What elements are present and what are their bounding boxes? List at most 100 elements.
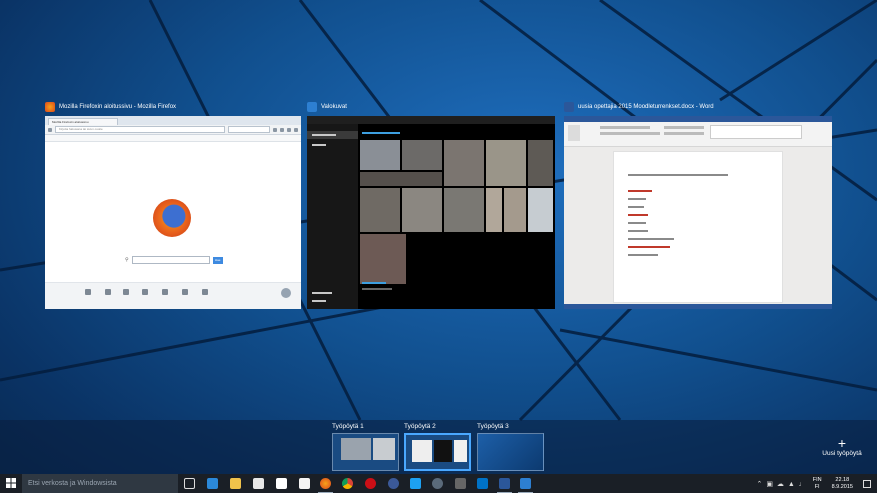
section-heading bbox=[362, 132, 400, 134]
edge-icon[interactable] bbox=[207, 478, 218, 489]
word-ribbon bbox=[564, 122, 832, 147]
bookmark-icon[interactable] bbox=[273, 127, 277, 132]
options-icon[interactable] bbox=[202, 289, 208, 295]
bookmarks-icon[interactable] bbox=[105, 289, 111, 295]
new-desktop-button[interactable]: + Uusi työpöytä bbox=[817, 436, 867, 457]
settings-icon[interactable] bbox=[182, 289, 188, 295]
chrome-icon[interactable] bbox=[342, 478, 353, 489]
window-title-photos: Valokuvat bbox=[307, 100, 347, 114]
file-explorer-icon[interactable] bbox=[230, 478, 241, 489]
twitter-icon[interactable] bbox=[410, 478, 421, 489]
store-icon[interactable] bbox=[253, 478, 264, 489]
text-line bbox=[628, 254, 658, 256]
action-center-icon[interactable] bbox=[863, 479, 871, 488]
photo-tile[interactable] bbox=[444, 140, 484, 186]
photo-tile[interactable] bbox=[444, 188, 484, 232]
bookmarks-bar bbox=[45, 135, 301, 142]
desktop-3-thumbnail[interactable] bbox=[477, 433, 544, 471]
desktop-1-thumbnail[interactable] bbox=[332, 433, 399, 471]
word-icon[interactable] bbox=[499, 478, 510, 489]
sidebar-item-label bbox=[312, 144, 326, 146]
desktop-3-label: Työpöytä 3 bbox=[477, 423, 509, 430]
photo-tile[interactable] bbox=[360, 188, 400, 232]
window-firefox[interactable]: Mozilla Firefoxin aloitussivu - Mozilla … bbox=[45, 100, 301, 310]
firefox-logo-icon bbox=[153, 199, 191, 237]
sync-icon[interactable] bbox=[162, 289, 168, 295]
photos-collection bbox=[358, 124, 555, 309]
text-line bbox=[628, 206, 644, 208]
home-icon[interactable] bbox=[287, 127, 291, 132]
sidebar-item-label bbox=[312, 134, 336, 136]
browser-tab[interactable]: Mozilla Firefoxin aloitussivu bbox=[48, 118, 118, 125]
notes-icon[interactable] bbox=[276, 478, 287, 489]
desktop-2-thumbnail[interactable] bbox=[404, 433, 471, 471]
clock[interactable]: 22.18 8.9.2015 bbox=[832, 477, 853, 490]
window-title-text: Mozilla Firefoxin aloitussivu - Mozilla … bbox=[59, 104, 177, 110]
taskbar-search-input[interactable]: Etsi verkosta ja Windowsista bbox=[22, 474, 178, 493]
photo-tile[interactable] bbox=[486, 188, 502, 232]
windows-start-icon[interactable] bbox=[6, 478, 16, 488]
photo-tile[interactable] bbox=[486, 140, 526, 186]
desktop-2-label: Työpöytä 2 bbox=[404, 423, 436, 430]
photos-thumbnail[interactable] bbox=[307, 116, 555, 309]
tray-icons[interactable]: ⌃ ▣ ☁ ▲ ♩ bbox=[757, 480, 807, 488]
firefox-icon[interactable] bbox=[320, 478, 331, 489]
photo-tile[interactable] bbox=[528, 140, 553, 186]
photo-tile[interactable] bbox=[360, 140, 400, 170]
addons-icon[interactable] bbox=[142, 289, 148, 295]
text-line bbox=[628, 214, 648, 216]
start-search-button[interactable]: Hae bbox=[212, 256, 223, 264]
word-thumbnail[interactable] bbox=[564, 116, 832, 309]
photo-tile[interactable] bbox=[402, 140, 442, 170]
plus-icon: + bbox=[837, 435, 847, 451]
window-title-firefox: Mozilla Firefoxin aloitussivu - Mozilla … bbox=[45, 100, 176, 114]
virtual-desktops-bar: Työpöytä 1 Työpöytä 2 Työpöytä 3 + Uusi … bbox=[0, 420, 877, 474]
app-icon[interactable] bbox=[388, 478, 399, 489]
text-line bbox=[628, 174, 728, 176]
text-line bbox=[628, 190, 652, 192]
back-icon[interactable] bbox=[48, 127, 52, 132]
sidebar-item-label bbox=[312, 292, 332, 294]
start-search-input[interactable] bbox=[131, 256, 210, 264]
app-icon[interactable] bbox=[455, 478, 466, 489]
text-line bbox=[628, 246, 670, 248]
window-word[interactable]: uusia opettajia 2015 Moodleturrenkset.do… bbox=[564, 100, 832, 310]
search-icon: ⚲ bbox=[125, 257, 129, 263]
url-bar[interactable]: Kirjoita hakusana tai sivun osoite bbox=[55, 126, 225, 133]
firefox-start-page: ⚲ Hae bbox=[45, 142, 301, 309]
browser-toolbar: Kirjoita hakusana tai sivun osoite bbox=[45, 125, 301, 135]
text-line bbox=[628, 238, 674, 240]
photos-titlebar bbox=[307, 116, 555, 124]
photo-tile[interactable] bbox=[528, 188, 553, 232]
photos-icon[interactable] bbox=[520, 478, 531, 489]
word-statusbar bbox=[564, 304, 832, 309]
window-title-word: uusia opettajia 2015 Moodleturrenkset.do… bbox=[564, 100, 714, 114]
downloads-icon[interactable] bbox=[85, 289, 91, 295]
task-view-icon[interactable] bbox=[184, 478, 195, 489]
text-line bbox=[628, 198, 646, 200]
search-field[interactable] bbox=[228, 126, 270, 133]
window-photos[interactable]: Valokuvat bbox=[307, 100, 555, 310]
system-tray: ⌃ ▣ ☁ ▲ ♩ FIN FI 22.18 8.9.2015 bbox=[757, 474, 877, 493]
document-page[interactable] bbox=[614, 152, 782, 302]
photo-tile[interactable] bbox=[504, 188, 526, 232]
document-area bbox=[564, 147, 832, 304]
menu-icon[interactable] bbox=[294, 127, 298, 132]
language-indicator[interactable]: FIN FI bbox=[813, 477, 822, 490]
outlook-icon[interactable] bbox=[477, 478, 488, 489]
photo-tile[interactable] bbox=[360, 172, 442, 186]
app-icon[interactable] bbox=[432, 478, 443, 489]
taskbar: Etsi verkosta ja Windowsista ⌃ ▣ ☁ ▲ ♩ F… bbox=[0, 474, 877, 493]
opera-icon[interactable] bbox=[365, 478, 376, 489]
restore-session-icon[interactable] bbox=[281, 288, 291, 298]
photo-tile[interactable] bbox=[360, 234, 406, 284]
document-icon[interactable] bbox=[299, 478, 310, 489]
history-icon[interactable] bbox=[123, 289, 129, 295]
window-title-text: uusia opettajia 2015 Moodleturrenkset.do… bbox=[578, 104, 714, 110]
firefox-thumbnail[interactable]: Mozilla Firefoxin aloitussivu Kirjoita h… bbox=[45, 116, 301, 309]
text-line bbox=[628, 222, 646, 224]
desktop-1-label: Työpöytä 1 bbox=[332, 423, 364, 430]
photo-tile[interactable] bbox=[402, 188, 442, 232]
section-meta bbox=[362, 288, 392, 290]
download-icon[interactable] bbox=[280, 127, 284, 132]
